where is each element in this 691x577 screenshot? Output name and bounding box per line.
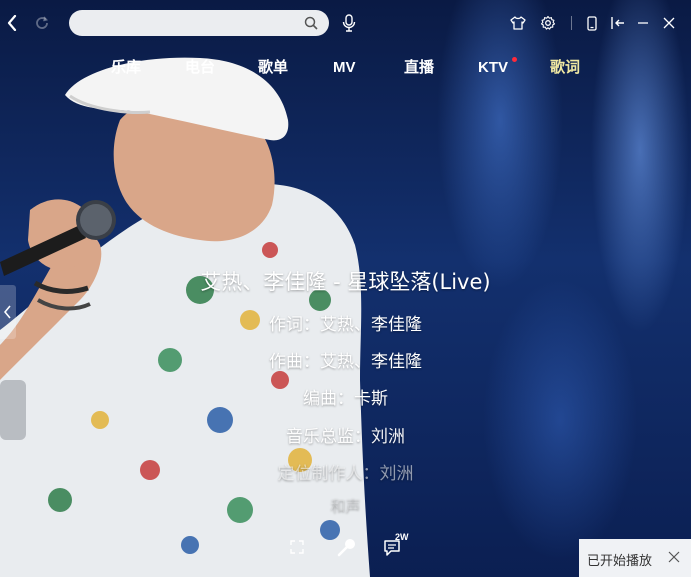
search-box[interactable]	[69, 10, 329, 36]
collapse-icon[interactable]	[609, 14, 627, 32]
refresh-icon[interactable]	[33, 14, 51, 32]
back-arrow-icon[interactable]	[4, 14, 20, 32]
close-icon[interactable]	[661, 14, 677, 32]
chevron-left-icon	[4, 305, 11, 319]
fullscreen-icon[interactable]	[288, 538, 306, 556]
ktv-notification-dot	[512, 57, 517, 62]
tab-lyrics[interactable]: 歌词	[550, 56, 580, 80]
toast-close-icon[interactable]	[668, 551, 682, 565]
top-bar	[0, 0, 691, 46]
side-panel-toggle[interactable]	[0, 285, 16, 339]
comment-count-badge: 2W	[395, 532, 409, 542]
toolbar-separator	[571, 16, 572, 30]
tab-playlists[interactable]: 歌单	[258, 56, 288, 80]
minimize-icon[interactable]	[635, 14, 651, 32]
phone-icon[interactable]	[584, 14, 600, 32]
tab-ktv[interactable]: KTV	[478, 56, 508, 80]
singer-artwork	[0, 57, 370, 577]
tab-mv[interactable]: MV	[333, 56, 356, 80]
playback-toast: 已开始播放	[579, 539, 691, 577]
search-input[interactable]	[81, 13, 305, 35]
tab-live[interactable]: 直播	[404, 56, 434, 80]
microphone-icon[interactable]	[340, 13, 358, 33]
gear-icon[interactable]	[539, 14, 557, 32]
search-icon[interactable]	[302, 14, 320, 32]
shirt-icon[interactable]	[509, 14, 527, 32]
sing-along-icon[interactable]	[336, 536, 358, 558]
main-nav: 乐库 电台 歌单 MV 直播 KTV 歌词	[0, 56, 691, 80]
tab-library[interactable]: 乐库	[111, 56, 141, 80]
tab-radio[interactable]: 电台	[185, 56, 215, 80]
toast-text: 已开始播放	[587, 553, 653, 568]
